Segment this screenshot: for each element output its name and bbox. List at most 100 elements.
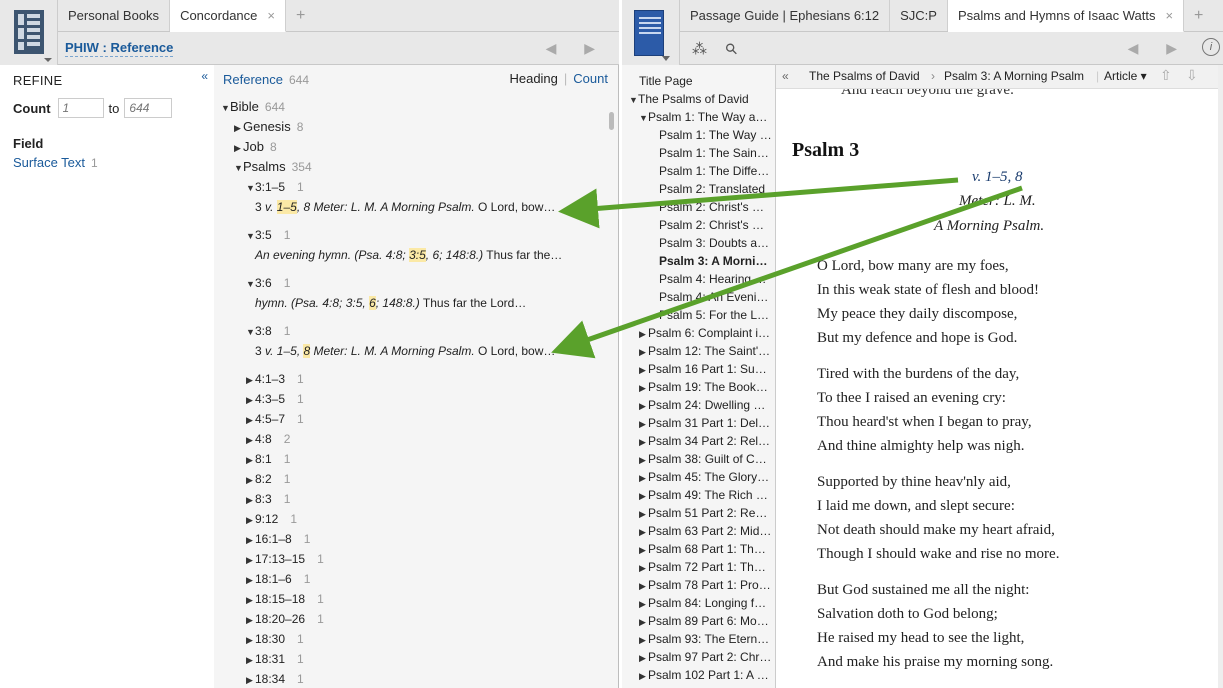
breadcrumb-psalms-of-david[interactable]: The Psalms of David bbox=[809, 69, 920, 83]
expand-icon[interactable]: ▼ bbox=[246, 279, 255, 289]
tab-passage-guide[interactable]: Passage Guide | Ephesians 6:12 bbox=[680, 0, 891, 31]
expand-icon[interactable]: ▼ bbox=[639, 113, 648, 123]
tree-node-entry[interactable]: ▶ 18:31 1 bbox=[246, 652, 304, 666]
close-tab-icon[interactable]: × bbox=[1165, 8, 1173, 23]
collapse-icon[interactable]: ▶ bbox=[639, 617, 648, 628]
toc-item[interactable]: Psalm 2: Christ's Death bbox=[659, 200, 772, 214]
collapse-icon[interactable]: ▶ bbox=[639, 581, 648, 592]
collapse-icon[interactable]: ▶ bbox=[639, 437, 648, 448]
collapse-icon[interactable]: ▶ bbox=[234, 123, 243, 134]
collapse-icon[interactable]: ▶ bbox=[639, 527, 648, 538]
expand-icon[interactable]: ▼ bbox=[246, 231, 255, 241]
tree-node-entry[interactable]: ▶ 8:3 1 bbox=[246, 492, 290, 506]
prev-article-icon[interactable]: ⇧ bbox=[1160, 67, 1172, 84]
toc-item[interactable]: ▶Psalm 6: Complaint in Sickness bbox=[639, 326, 772, 340]
toc-item[interactable]: ▶Psalm 24: Dwelling with God bbox=[639, 398, 772, 412]
tree-node-psalms[interactable]: ▼Psalms 354 bbox=[234, 159, 312, 174]
collapse-icon[interactable]: ▶ bbox=[246, 495, 255, 506]
result-snippet[interactable]: hymn. (Psa. 4:8; 3:5, 6; 148:8.) Thus fa… bbox=[255, 296, 526, 310]
collapse-icon[interactable]: ▶ bbox=[246, 515, 255, 526]
concordance-icon[interactable] bbox=[0, 0, 58, 65]
info-icon[interactable]: i bbox=[1202, 38, 1220, 56]
tree-node-entry[interactable]: ▶ 18:20–26 1 bbox=[246, 612, 324, 626]
toc-item[interactable]: ▶Psalm 72 Part 1: The Kingdom bbox=[639, 560, 772, 574]
collapse-icon[interactable]: ▶ bbox=[246, 375, 255, 386]
tree-node-entry[interactable]: ▶ 4:5–7 1 bbox=[246, 412, 304, 426]
mode-count[interactable]: Count bbox=[573, 71, 608, 86]
book-cover-icon[interactable] bbox=[634, 10, 664, 56]
toc-item[interactable]: ▼Psalm 1: The Way and End of the Righteo… bbox=[639, 110, 772, 124]
close-tab-icon[interactable]: × bbox=[267, 8, 275, 23]
collapse-icon[interactable]: ▶ bbox=[246, 415, 255, 426]
result-snippet[interactable]: An evening hymn. (Psa. 4:8; 3:5, 6; 148:… bbox=[255, 248, 562, 262]
collapse-icon[interactable]: ▶ bbox=[639, 563, 648, 574]
toc-item[interactable]: ▶ Psalm 89 Part 6: Mortality bbox=[639, 614, 772, 628]
toc-item[interactable]: Psalm 2: Christ's Dominion bbox=[659, 218, 772, 232]
collapse-icon[interactable]: ▶ bbox=[246, 395, 255, 406]
collapse-icon[interactable]: ▶ bbox=[639, 599, 648, 610]
tree-node-genesis[interactable]: ▶ Genesis 8 bbox=[234, 119, 303, 134]
toc-item[interactable]: Psalm 3: Doubts and Fears bbox=[659, 236, 772, 250]
collapse-sidebar-icon[interactable]: « bbox=[201, 69, 208, 83]
toc-item[interactable]: Psalm 2: Translated bbox=[659, 182, 772, 196]
collapse-icon[interactable]: ▶ bbox=[246, 615, 255, 626]
toc-item[interactable]: Psalm 4: Hearing of Prayer bbox=[659, 272, 772, 286]
expand-icon[interactable]: ▼ bbox=[246, 327, 255, 337]
mode-heading[interactable]: Heading bbox=[509, 71, 557, 86]
history-nav-arrows[interactable]: ◀ ▶ bbox=[1128, 40, 1189, 57]
tree-node-entry[interactable]: ▶ 4:1–3 1 bbox=[246, 372, 304, 386]
tab-psalms-hymns[interactable]: Psalms and Hymns of Isaac Watts × bbox=[947, 0, 1185, 32]
new-tab-button[interactable]: + bbox=[1184, 0, 1213, 31]
tree-node-entry[interactable]: ▼3:1–5 1 bbox=[246, 180, 304, 194]
tree-node-entry[interactable]: ▶ 4:8 2 bbox=[246, 432, 290, 446]
toc-item[interactable]: ▶Psalm 84: Longing for the House bbox=[639, 596, 772, 610]
expand-icon[interactable]: ▼ bbox=[221, 103, 230, 113]
collapse-icon[interactable]: ▶ bbox=[246, 575, 255, 586]
tree-node-entry[interactable]: ▼3:6 1 bbox=[246, 276, 290, 290]
tree-node-entry[interactable]: ▶ 16:1–8 1 bbox=[246, 532, 310, 546]
toc-item[interactable]: ▶Psalm 49: The Rich Sinner bbox=[639, 488, 772, 502]
collapse-icon[interactable]: ▶ bbox=[639, 473, 648, 484]
toc-item[interactable]: Psalm 1: The Difference bbox=[659, 164, 772, 178]
expand-icon[interactable]: ▼ bbox=[234, 163, 243, 173]
toc-item[interactable]: ▶Psalm 34 Part 2: Religious Education bbox=[639, 434, 772, 448]
collapse-icon[interactable]: ▶ bbox=[639, 401, 648, 412]
panel-scrollbar[interactable] bbox=[1218, 65, 1223, 688]
tree-node-entry[interactable]: ▶ 18:30 1 bbox=[246, 632, 304, 646]
tab-concordance[interactable]: Concordance × bbox=[170, 0, 286, 32]
result-snippet[interactable]: 3 v. 1–5, 8 Meter: L. M. A Morning Psalm… bbox=[255, 200, 555, 214]
collapse-icon[interactable]: ▶ bbox=[639, 653, 648, 664]
toc-item[interactable]: ▶Psalm 78 Part 1: Providence bbox=[639, 578, 772, 592]
collapse-icon[interactable]: ▶ bbox=[639, 419, 648, 430]
tab-sjcp[interactable]: SJC:P bbox=[890, 0, 948, 31]
toc-item[interactable]: ▶ Psalm 63 Part 2: Midnight bbox=[639, 524, 772, 538]
tree-node-entry[interactable]: ▶ 4:3–5 1 bbox=[246, 392, 304, 406]
tree-node-entry[interactable]: ▶ 18:15–18 1 bbox=[246, 592, 324, 606]
history-nav-arrows[interactable]: ◀ ▶ bbox=[546, 40, 607, 57]
collapse-icon[interactable]: ▶ bbox=[639, 545, 648, 556]
tree-node-entry[interactable]: ▶ 18:1–6 1 bbox=[246, 572, 310, 586]
collapse-icon[interactable]: ▶ bbox=[639, 383, 648, 394]
toc-collapse-icon[interactable]: « bbox=[782, 69, 789, 83]
resource-cover-box[interactable] bbox=[622, 0, 680, 65]
visual-filter-icon[interactable]: ⁂ bbox=[692, 40, 707, 58]
toc-item[interactable]: ▶Psalm 51 Part 2: Repentance bbox=[639, 506, 772, 520]
collapse-icon[interactable]: ▶ bbox=[246, 535, 255, 546]
resource-selector[interactable]: PHIW : Reference bbox=[65, 40, 174, 57]
collapse-icon[interactable]: ▶ bbox=[246, 635, 255, 646]
collapse-icon[interactable]: ▶ bbox=[639, 491, 648, 502]
collapse-icon[interactable]: ▶ bbox=[639, 671, 648, 682]
collapse-icon[interactable]: ▶ bbox=[639, 455, 648, 466]
collapse-icon[interactable]: ▶ bbox=[246, 675, 255, 686]
tree-node-entry[interactable]: ▶ 9:12 1 bbox=[246, 512, 297, 526]
collapse-icon[interactable]: ▶ bbox=[246, 655, 255, 666]
toc-item[interactable]: ▶Psalm 19: The Books of Nature bbox=[639, 380, 772, 394]
collapse-icon[interactable]: ▶ bbox=[639, 365, 648, 376]
toc-item[interactable]: Title Page bbox=[639, 74, 772, 88]
tree-node-entry[interactable]: ▶ 8:1 1 bbox=[246, 452, 290, 466]
toc-item[interactable]: Psalm 1: The Way and End bbox=[659, 128, 772, 142]
toc-item[interactable]: ▶Psalm 31 Part 1: Deliverance bbox=[639, 416, 772, 430]
collapse-icon[interactable]: ▶ bbox=[246, 555, 255, 566]
tree-node-bible[interactable]: ▼Bible 644 bbox=[221, 99, 285, 114]
toc-item[interactable]: Psalm 1: The Saint's Happiness bbox=[659, 146, 772, 160]
